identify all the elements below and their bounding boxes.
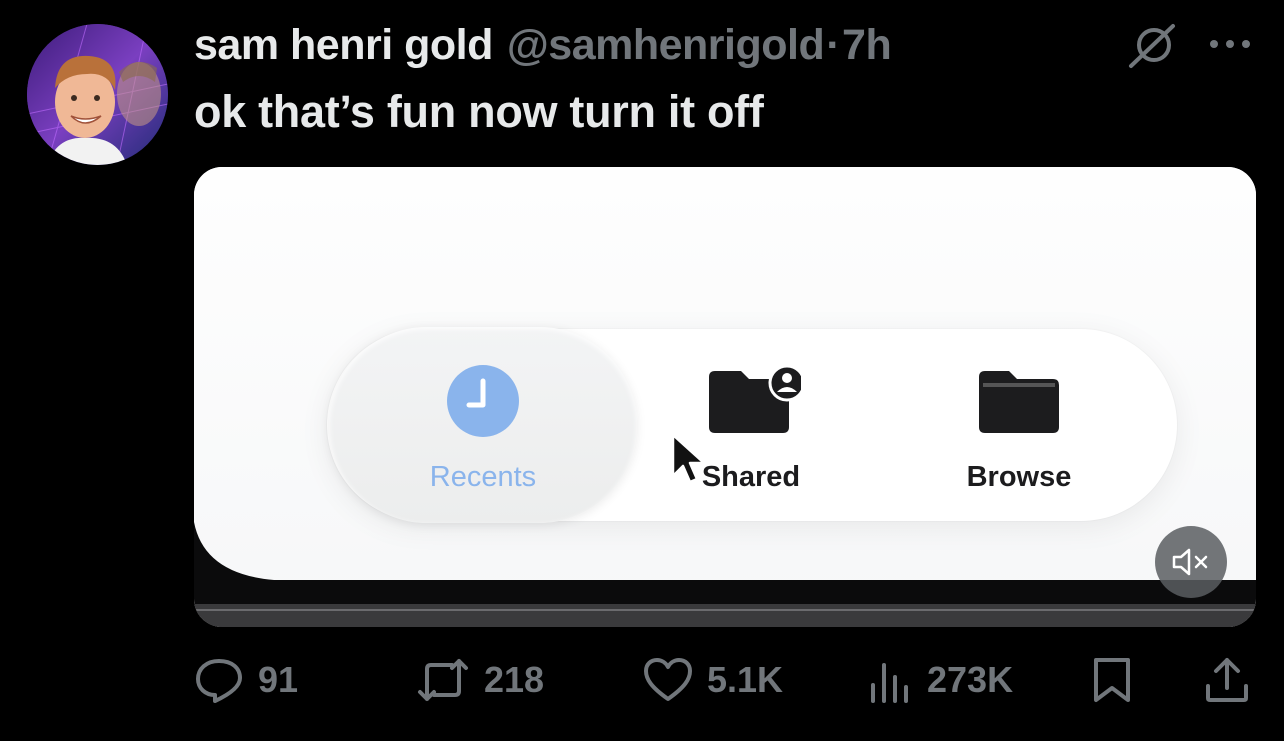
repost-icon — [418, 659, 468, 701]
grok-icon[interactable] — [1127, 22, 1177, 70]
reply-icon — [196, 659, 242, 703]
tab-browse-label: Browse — [966, 461, 1072, 493]
reply-button[interactable]: 91 — [194, 654, 298, 706]
action-bar: 91 218 5.1K 273K — [194, 654, 1256, 706]
bookmark-icon — [1094, 658, 1130, 702]
mute-button[interactable] — [1155, 526, 1227, 598]
more-options-icon[interactable] — [1208, 36, 1252, 52]
speaker-muted-icon — [1172, 548, 1208, 576]
author-handle[interactable]: @samhenrigold — [507, 21, 825, 70]
tab-recents[interactable]: Recents — [383, 365, 583, 495]
analytics-icon — [871, 663, 908, 703]
view-count: 273K — [927, 659, 1014, 700]
reply-count: 91 — [258, 659, 299, 700]
share-button[interactable] — [1204, 654, 1250, 706]
bookmark-button[interactable] — [1092, 654, 1132, 706]
video-media[interactable]: Recents Shared Browse — [194, 167, 1256, 627]
tweet-header: sam henri gold @samhenrigold · 7h — [194, 20, 892, 70]
tab-shared-label: Shared — [701, 461, 801, 493]
phone-bezel — [194, 522, 1256, 627]
heart-icon — [644, 658, 692, 701]
repost-count: 218 — [484, 659, 545, 700]
avatar[interactable] — [27, 24, 168, 165]
repost-button[interactable]: 218 — [416, 654, 544, 706]
clock-icon — [447, 365, 519, 437]
tweet-text: ok that’s fun now turn it off — [194, 86, 764, 137]
timestamp[interactable]: 7h — [842, 21, 892, 70]
shared-folder-icon — [709, 365, 801, 433]
share-icon — [1206, 658, 1248, 702]
mouse-cursor-icon — [671, 433, 706, 484]
like-count: 5.1K — [707, 659, 784, 700]
separator-dot: · — [826, 20, 841, 69]
folder-icon — [979, 371, 1059, 433]
tab-recents-label: Recents — [429, 461, 537, 493]
like-button[interactable]: 5.1K — [643, 654, 783, 706]
views-button[interactable]: 273K — [869, 654, 1013, 706]
author-name[interactable]: sam henri gold — [194, 21, 493, 70]
tab-browse[interactable]: Browse — [919, 365, 1119, 495]
